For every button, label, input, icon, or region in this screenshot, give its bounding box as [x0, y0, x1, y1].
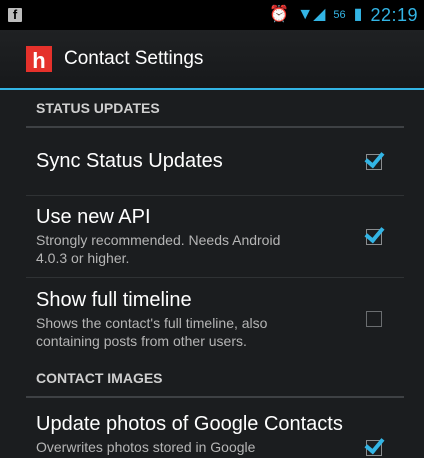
- app-logo-icon[interactable]: h: [26, 46, 52, 73]
- pref-sync-status-updates[interactable]: Sync Status Updates: [26, 128, 404, 196]
- update-google-photos-checkbox[interactable]: [366, 440, 382, 456]
- section-header-contact-images: CONTACT IMAGES: [26, 360, 404, 398]
- pref-title: Show full timeline: [36, 288, 192, 311]
- pref-title: Use new API: [36, 206, 151, 228]
- alarm-icon: ⏰: [269, 6, 290, 23]
- page-title: Contact Settings: [64, 48, 204, 69]
- pref-summary-line1: Overwrites photos stored in Google: [36, 439, 256, 455]
- status-time: 22:19: [370, 4, 418, 25]
- facebook-notification-icon: f: [8, 8, 22, 22]
- settings-list: STATUS UPDATES Sync Status Updates Use n…: [0, 90, 424, 458]
- pref-summary-line2: containing posts from other users.: [36, 332, 247, 349]
- pref-summary-line1: Strongly recommended. Needs Android: [36, 232, 281, 248]
- use-new-api-checkbox[interactable]: [366, 228, 382, 245]
- pref-use-new-api[interactable]: Use new API Strongly recommended. Needs …: [26, 196, 404, 278]
- pref-summary-line2: 4.0.3 or higher.: [36, 250, 130, 266]
- action-bar: h Contact Settings: [0, 30, 424, 90]
- pref-show-full-timeline[interactable]: Show full timeline Shows the contact's f…: [26, 278, 404, 360]
- pref-update-google-photos[interactable]: Update photos of Google Contacts Overwri…: [26, 398, 404, 458]
- section-header-status-updates: STATUS UPDATES: [26, 90, 404, 128]
- sync-status-checkbox[interactable]: [366, 153, 382, 170]
- wifi-signal-icon: ▼◢: [297, 6, 326, 23]
- status-bar: f ⏰ ▼◢ 56 ▮ 22:19: [0, 0, 424, 30]
- battery-icon: ▮: [353, 6, 363, 23]
- pref-title: Sync Status Updates: [36, 150, 223, 172]
- pref-summary-line1: Shows the contact's full timeline, also: [36, 314, 268, 331]
- pref-title: Update photos of Google Contacts: [36, 413, 343, 435]
- signal-label: 56: [333, 9, 346, 21]
- show-full-timeline-checkbox[interactable]: [366, 311, 382, 327]
